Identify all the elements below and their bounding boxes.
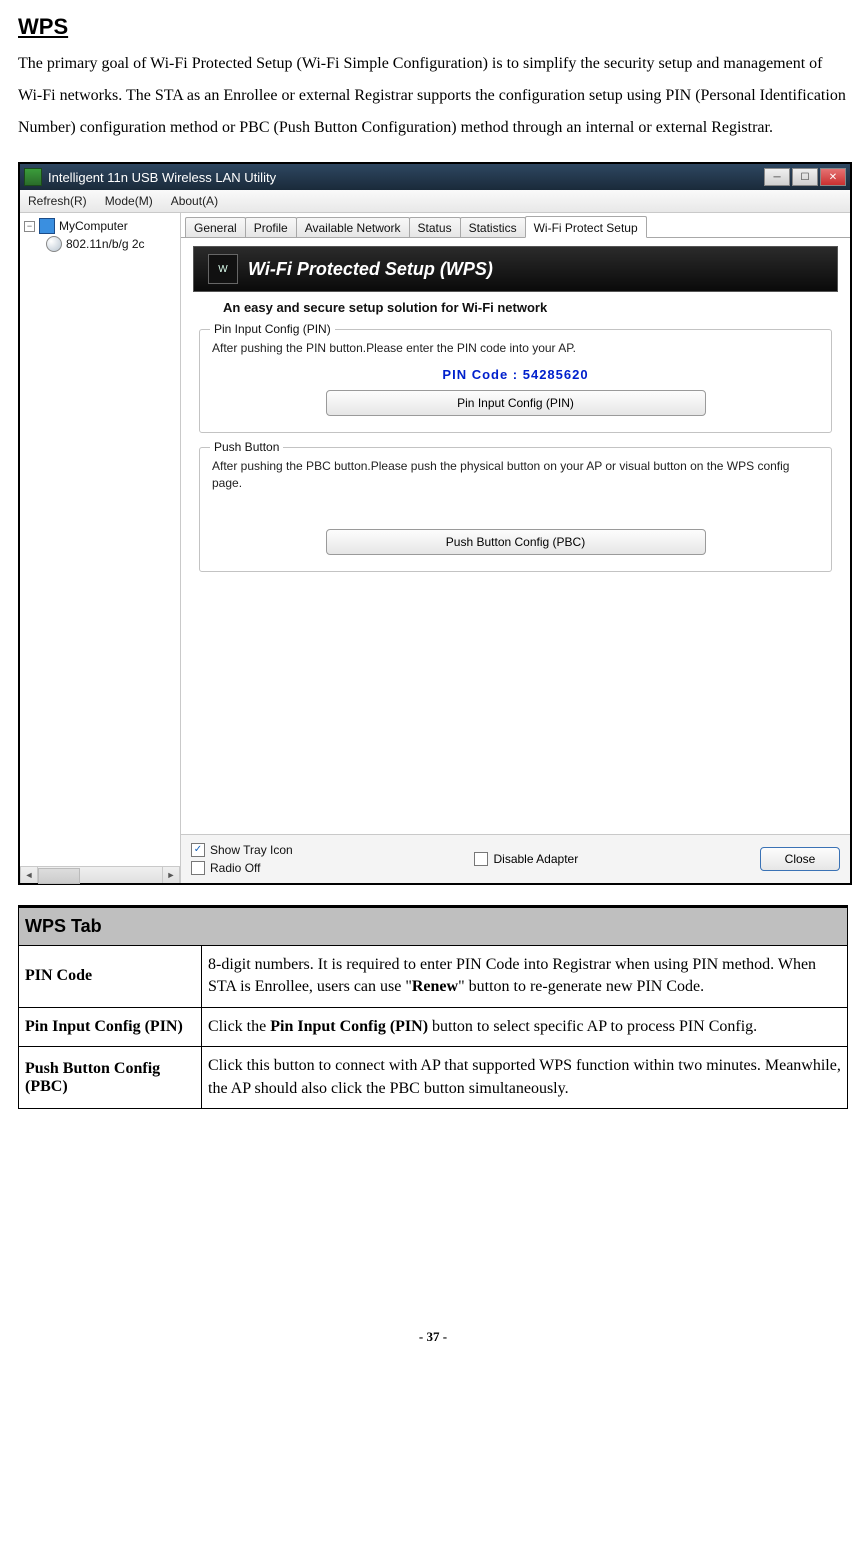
window-title: Intelligent 11n USB Wireless LAN Utility — [48, 170, 764, 185]
collapse-icon[interactable]: − — [24, 221, 35, 232]
pin-group: Pin Input Config (PIN) After pushing the… — [199, 329, 832, 433]
tab-general[interactable]: General — [185, 217, 246, 237]
disable-adapter-checkbox[interactable]: Disable Adapter — [474, 852, 578, 866]
scroll-right-icon[interactable]: ► — [162, 867, 180, 883]
checkbox-unchecked-icon — [474, 852, 488, 866]
app-window: Intelligent 11n USB Wireless LAN Utility… — [18, 162, 852, 885]
row0-value: 8-digit numbers. It is required to enter… — [202, 946, 848, 1008]
show-tray-checkbox[interactable]: ✓ Show Tray Icon — [191, 843, 293, 857]
page-number: - 37 - — [18, 1329, 848, 1345]
row1-label: Pin Input Config (PIN) — [19, 1007, 202, 1046]
tree-child-label: 802.11n/b/g 2c — [66, 237, 145, 251]
push-button-config-button[interactable]: Push Button Config (PBC) — [326, 529, 706, 555]
radio-off-label: Radio Off — [210, 861, 260, 875]
tab-available-network[interactable]: Available Network — [296, 217, 410, 237]
row1-value: Click the Pin Input Config (PIN) button … — [202, 1007, 848, 1046]
show-tray-label: Show Tray Icon — [210, 843, 293, 857]
menu-mode[interactable]: Mode(M) — [105, 194, 153, 208]
wps-banner: W Wi-Fi Protected Setup (WPS) — [193, 246, 838, 292]
row2-label: Push Button Config (PBC) — [19, 1047, 202, 1109]
menubar: Refresh(R) Mode(M) About(A) — [20, 190, 850, 213]
wps-logo-icon: W — [208, 254, 238, 284]
menu-about[interactable]: About(A) — [171, 194, 218, 208]
pin-group-legend: Pin Input Config (PIN) — [210, 322, 335, 336]
table-row: Pin Input Config (PIN) Click the Pin Inp… — [19, 1007, 848, 1046]
intro-paragraph: The primary goal of Wi-Fi Protected Setu… — [18, 48, 848, 144]
table-row: PIN Code 8-digit numbers. It is required… — [19, 946, 848, 1008]
scroll-left-icon[interactable]: ◄ — [20, 867, 38, 883]
table-row: Push Button Config (PBC) Click this butt… — [19, 1047, 848, 1109]
close-icon[interactable]: ✕ — [820, 168, 846, 186]
titlebar: Intelligent 11n USB Wireless LAN Utility… — [20, 164, 850, 190]
table-header: WPS Tab — [19, 907, 848, 946]
close-button[interactable]: Close — [760, 847, 840, 871]
wps-banner-title: Wi-Fi Protected Setup (WPS) — [248, 259, 493, 280]
tab-statistics[interactable]: Statistics — [460, 217, 526, 237]
tab-wifi-protect-setup[interactable]: Wi-Fi Protect Setup — [525, 216, 647, 238]
tree-child[interactable]: 802.11n/b/g 2c — [44, 235, 178, 253]
tree-pane: − MyComputer 802.11n/b/g 2c ◄ ► — [20, 213, 181, 883]
computer-icon — [39, 218, 55, 234]
disable-adapter-label: Disable Adapter — [493, 852, 578, 866]
checkbox-unchecked-icon — [191, 861, 205, 875]
menu-refresh[interactable]: Refresh(R) — [28, 194, 87, 208]
tree-root-label: MyComputer — [59, 219, 128, 233]
adapter-icon — [46, 236, 62, 252]
row2-value: Click this button to connect with AP tha… — [202, 1047, 848, 1109]
pbc-group: Push Button After pushing the PBC button… — [199, 447, 832, 573]
pin-code-value: PIN Code : 54285620 — [212, 367, 819, 382]
wps-subtitle: An easy and secure setup solution for Wi… — [193, 292, 838, 325]
tab-status[interactable]: Status — [409, 217, 461, 237]
pbc-group-legend: Push Button — [210, 440, 283, 454]
footer-bar: ✓ Show Tray Icon Radio Off Disable Adapt… — [181, 834, 850, 883]
radio-off-checkbox[interactable]: Radio Off — [191, 861, 293, 875]
app-icon — [24, 168, 42, 186]
tab-profile[interactable]: Profile — [245, 217, 297, 237]
tree-root[interactable]: − MyComputer — [22, 217, 178, 235]
wps-description-table: WPS Tab PIN Code 8-digit numbers. It is … — [18, 905, 848, 1109]
minimize-icon[interactable]: ─ — [764, 168, 790, 186]
checkbox-checked-icon: ✓ — [191, 843, 205, 857]
row0-label: PIN Code — [19, 946, 202, 1008]
wps-tab-content: W Wi-Fi Protected Setup (WPS) An easy an… — [181, 238, 850, 834]
pin-input-config-button[interactable]: Pin Input Config (PIN) — [326, 390, 706, 416]
page-title: WPS — [18, 14, 848, 40]
tabs-row: General Profile Available Network Status… — [181, 215, 850, 238]
pbc-instruction: After pushing the PBC button.Please push… — [212, 458, 819, 492]
maximize-icon[interactable]: ☐ — [792, 168, 818, 186]
tree-scrollbar[interactable]: ◄ ► — [20, 866, 180, 883]
pin-instruction: After pushing the PIN button.Please ente… — [212, 340, 819, 357]
scroll-thumb[interactable] — [38, 868, 80, 884]
